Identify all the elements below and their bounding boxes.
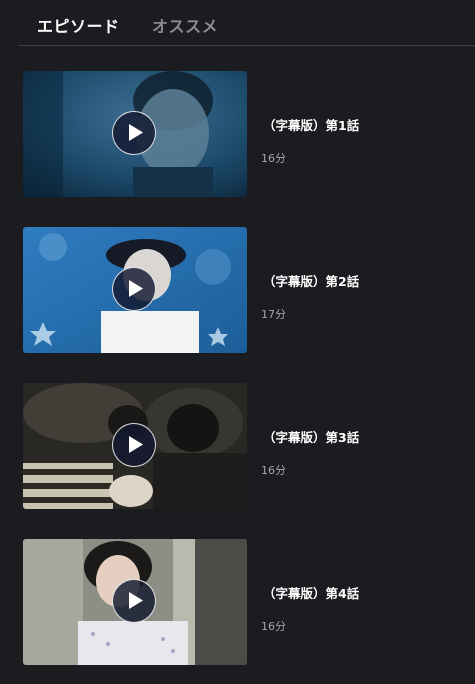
episode-item-4[interactable]: （字幕版）第4話 16分 — [23, 539, 463, 665]
episode-item-1[interactable]: （字幕版）第1話 16分 — [23, 71, 463, 197]
episode-duration: 17分 — [261, 308, 286, 321]
episode-title: （字幕版）第1話 — [263, 118, 360, 133]
play-icon — [129, 592, 143, 609]
play-button[interactable] — [112, 267, 156, 311]
play-icon — [129, 280, 143, 297]
play-button[interactable] — [112, 111, 156, 155]
play-button[interactable] — [112, 579, 156, 623]
episode-thumbnail[interactable] — [23, 71, 247, 197]
episode-thumbnail[interactable] — [23, 539, 247, 665]
episode-title: （字幕版）第4話 — [263, 586, 360, 601]
tab-divider — [18, 44, 140, 46]
play-icon — [129, 124, 143, 141]
episode-thumbnail[interactable] — [23, 383, 247, 509]
episode-duration: 16分 — [261, 464, 286, 477]
tab-episodes[interactable]: エピソード — [37, 13, 120, 37]
play-button[interactable] — [112, 423, 156, 467]
episode-title: （字幕版）第2話 — [263, 274, 360, 289]
tab-recommended[interactable]: オススメ — [152, 13, 218, 37]
episode-thumbnail[interactable] — [23, 227, 247, 353]
play-icon — [129, 436, 143, 453]
tab-bar: エピソード オススメ — [18, 0, 475, 46]
episode-title: （字幕版）第3話 — [263, 430, 360, 445]
episode-duration: 16分 — [261, 152, 286, 165]
episode-duration: 16分 — [261, 620, 286, 633]
episode-item-3[interactable]: （字幕版）第3話 16分 — [23, 383, 463, 509]
episode-item-2[interactable]: （字幕版）第2話 17分 — [23, 227, 463, 353]
